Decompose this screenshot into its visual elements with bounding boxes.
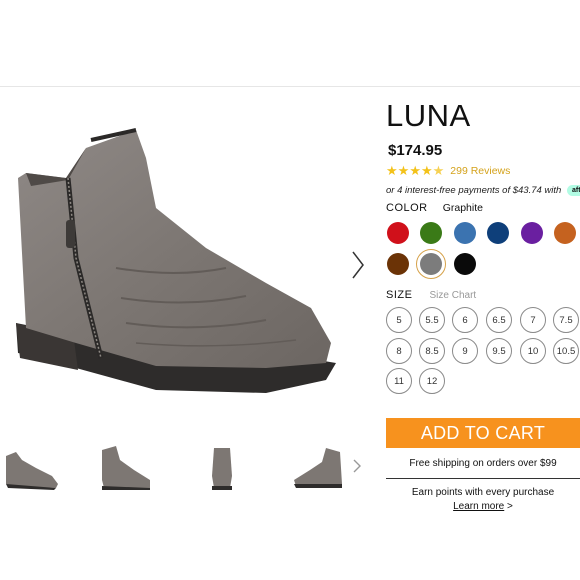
installments-text: or 4 interest-free payments of $43.74 wi…	[386, 185, 580, 196]
color-row: COLOR Graphite	[386, 202, 483, 214]
color-label: COLOR	[386, 202, 428, 214]
chevron-right-icon[interactable]	[350, 250, 366, 280]
star-icon: ★	[397, 163, 410, 178]
color-swatch-green[interactable]	[420, 222, 442, 244]
color-swatch-brown[interactable]	[387, 253, 409, 275]
star-icon: ★	[409, 163, 421, 178]
color-selected-value: Graphite	[442, 202, 483, 214]
size-option[interactable]: 5.5	[419, 307, 445, 333]
color-swatch-red[interactable]	[387, 222, 409, 244]
size-option[interactable]: 10.5	[553, 338, 579, 364]
thumbnail-2[interactable]	[94, 440, 158, 496]
size-option[interactable]: 11	[386, 368, 412, 394]
size-option[interactable]: 10	[520, 338, 546, 364]
size-option[interactable]: 8.5	[419, 338, 445, 364]
size-option[interactable]: 12	[419, 368, 445, 394]
color-swatch-navy[interactable]	[487, 222, 509, 244]
learn-more-row: Learn more >	[386, 501, 580, 512]
size-option[interactable]: 8	[386, 338, 412, 364]
size-option[interactable]: 9.5	[486, 338, 512, 364]
size-option[interactable]: 9	[452, 338, 478, 364]
size-option[interactable]: 5	[386, 307, 412, 333]
size-option[interactable]: 6.5	[486, 307, 512, 333]
reviews-link[interactable]: 299 Reviews	[450, 165, 510, 177]
rating-stars: ★ ★ ★ ★ ★	[386, 164, 444, 178]
learn-more-arrow: >	[504, 501, 513, 512]
thumbnail-4[interactable]	[286, 440, 350, 496]
half-star-icon: ★	[432, 163, 445, 178]
product-rating: ★ ★ ★ ★ ★ 299 Reviews	[386, 163, 510, 179]
thumbnail-3[interactable]	[190, 440, 254, 496]
star-icon: ★	[386, 163, 398, 178]
shipping-text: Free shipping on orders over $99	[409, 458, 557, 469]
color-swatch-purple[interactable]	[521, 222, 543, 244]
product-main-image	[16, 128, 336, 393]
color-swatch-blue[interactable]	[454, 222, 476, 244]
size-row: SIZE Size Chart	[386, 289, 476, 301]
add-to-cart-button[interactable]: ADD TO CART	[386, 418, 580, 448]
divider	[386, 478, 580, 479]
color-swatch-orange[interactable]	[554, 222, 576, 244]
afterpay-badge: afterpay	[566, 185, 580, 196]
thumbnail-strip	[0, 440, 380, 500]
star-icon: ★	[420, 163, 433, 178]
product-price: $174.95	[388, 142, 443, 159]
color-swatch-graphite[interactable]	[416, 249, 446, 279]
size-option[interactable]: 7	[520, 307, 546, 333]
points-text: Earn points with every purchase	[411, 487, 555, 498]
learn-more-link[interactable]: Learn more	[453, 501, 504, 512]
size-option[interactable]: 6	[452, 307, 478, 333]
thumbnail-next-icon[interactable]	[352, 458, 362, 474]
color-swatch-black[interactable]	[454, 253, 476, 275]
top-divider	[0, 86, 580, 87]
product-title: LUNA	[386, 98, 471, 133]
size-option[interactable]: 7.5	[553, 307, 579, 333]
size-label: SIZE	[386, 289, 413, 301]
installments-label: or 4 interest-free payments of $43.74 wi…	[386, 185, 562, 196]
thumbnail-1[interactable]	[2, 440, 66, 496]
size-chart-link[interactable]: Size Chart	[430, 290, 477, 301]
